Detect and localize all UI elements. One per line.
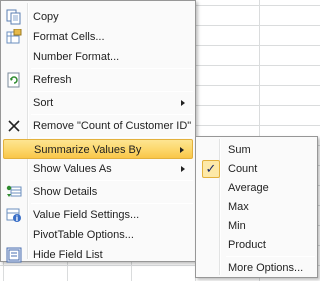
submenu-item-label: Sum xyxy=(228,144,251,156)
menu-item-label: Hide Field List xyxy=(33,249,103,261)
submenu-item-label: Max xyxy=(228,201,249,213)
menu-item-value-field-settings[interactable]: i Value Field Settings... xyxy=(3,205,193,225)
menu-item-label: Format Cells... xyxy=(33,31,105,43)
menu-item-sort[interactable]: Sort xyxy=(3,93,193,113)
submenu-item-sum[interactable]: Sum xyxy=(198,140,315,160)
menu-item-label: PivotTable Options... xyxy=(33,229,134,241)
copy-icon xyxy=(6,9,22,25)
menu-item-summarize-values-by[interactable]: Summarize Values By xyxy=(3,139,193,159)
menu-item-label: Refresh xyxy=(33,74,72,86)
submenu-item-label: More Options... xyxy=(228,262,304,274)
menu-item-label: Show Details xyxy=(33,186,98,198)
menu-separator xyxy=(226,256,315,257)
menu-item-refresh[interactable]: Refresh xyxy=(3,70,193,90)
menu-separator xyxy=(31,68,193,69)
format-cells-icon xyxy=(6,29,22,45)
menu-item-label: Summarize Values By xyxy=(34,144,142,156)
submenu-item-product[interactable]: Product xyxy=(198,235,315,255)
menu-item-label: Number Format... xyxy=(33,51,120,63)
menu-separator xyxy=(31,137,193,138)
submenu-item-max[interactable]: Max xyxy=(198,197,315,217)
show-details-icon xyxy=(6,184,22,200)
submenu-item-label: Count xyxy=(228,163,258,175)
menu-item-label: Remove "Count of Customer ID" xyxy=(33,120,192,132)
svg-text:i: i xyxy=(16,215,18,223)
pivot-context-menu: Copy Format Cells... Number Format... Re… xyxy=(0,0,196,265)
menu-item-label: Show Values As xyxy=(33,163,112,175)
menu-item-copy[interactable]: Copy xyxy=(3,7,193,27)
field-list-icon xyxy=(6,247,22,263)
menu-separator xyxy=(31,180,193,181)
submenu-arrow-icon xyxy=(181,166,185,172)
menu-item-label: Sort xyxy=(33,97,54,109)
submenu-item-more-options[interactable]: More Options... xyxy=(198,258,315,278)
summarize-values-submenu: Sum ✓ Count Average Max Min Product More… xyxy=(195,136,318,278)
menu-item-label: Value Field Settings... xyxy=(33,209,140,221)
submenu-item-average[interactable]: Average xyxy=(198,178,315,198)
menu-item-label: Copy xyxy=(33,11,59,23)
menu-item-show-values-as[interactable]: Show Values As xyxy=(3,159,193,179)
menu-item-number-format[interactable]: Number Format... xyxy=(3,47,193,67)
submenu-arrow-icon xyxy=(181,100,185,106)
submenu-item-label: Average xyxy=(228,182,269,194)
menu-item-show-details[interactable]: Show Details xyxy=(3,182,193,202)
submenu-arrow-icon xyxy=(180,147,184,153)
menu-item-remove-field[interactable]: Remove "Count of Customer ID" xyxy=(3,116,193,136)
refresh-icon xyxy=(6,72,22,88)
menu-item-format-cells[interactable]: Format Cells... xyxy=(3,27,193,47)
menu-item-pivottable-options[interactable]: PivotTable Options... xyxy=(3,225,193,245)
remove-x-icon xyxy=(6,118,22,134)
menu-separator xyxy=(31,91,193,92)
submenu-item-count[interactable]: ✓ Count xyxy=(198,159,315,179)
value-field-settings-icon: i xyxy=(6,207,22,223)
submenu-item-min[interactable]: Min xyxy=(198,216,315,236)
menu-separator xyxy=(31,203,193,204)
menu-item-hide-field-list[interactable]: Hide Field List xyxy=(3,245,193,265)
checkmark-icon: ✓ xyxy=(202,160,220,178)
menu-separator xyxy=(31,114,193,115)
submenu-item-label: Product xyxy=(228,239,266,251)
submenu-item-label: Min xyxy=(228,220,246,232)
